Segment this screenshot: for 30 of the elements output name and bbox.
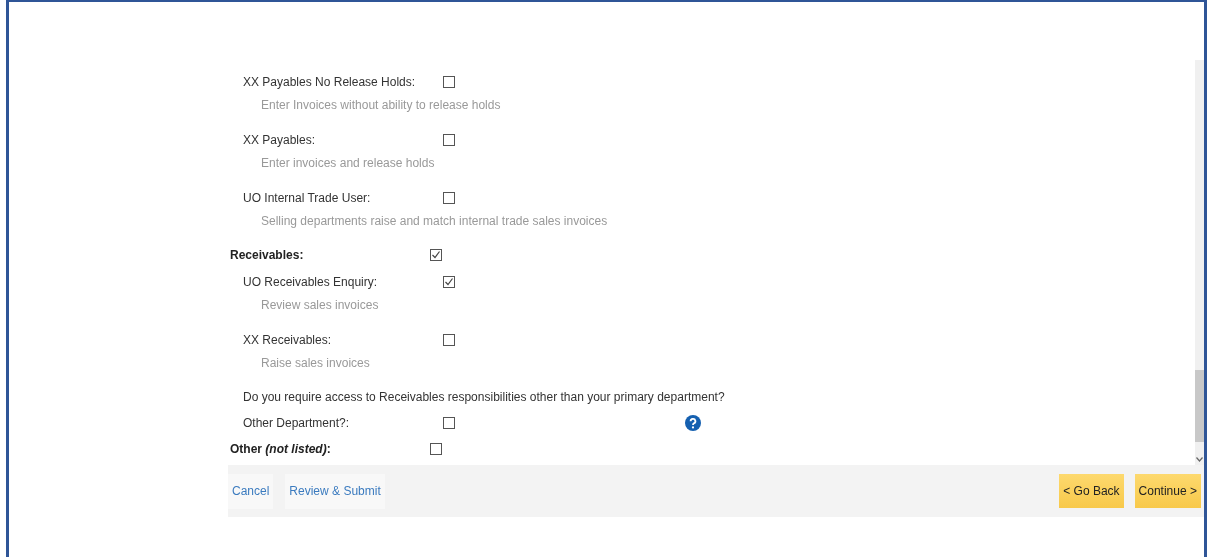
field-description: Raise sales invoices	[261, 356, 370, 370]
link-button[interactable]: Review & Submit	[285, 473, 385, 509]
field-description: Enter Invoices without ability to release holds	[261, 98, 501, 112]
checkbox[interactable]	[430, 249, 442, 261]
help-icon[interactable]	[685, 415, 701, 431]
scrollbar[interactable]	[1195, 60, 1204, 465]
field-label: XX Payables:	[243, 133, 317, 147]
chevron-down-icon[interactable]	[1196, 457, 1203, 462]
field-description: Selling departments raise and match internal trade sales invoices	[261, 214, 608, 228]
field-description: Enter invoices and release holds	[261, 156, 435, 170]
field-label: XX Payables No Release Holds:	[243, 75, 417, 89]
field-label: UO Internal Trade User:	[243, 191, 372, 205]
checkbox[interactable]	[443, 192, 455, 204]
question-text: Do you require access to Receivables responsibilities other than your primary department?	[243, 390, 725, 404]
nav-button[interactable]: Continue >	[1134, 474, 1201, 508]
nav-button[interactable]: < Go Back	[1059, 474, 1124, 508]
checkbox[interactable]	[443, 76, 455, 88]
scrollbar-thumb[interactable]	[1195, 370, 1204, 442]
field-description: Review sales invoices	[261, 298, 379, 312]
field-label: Other Department?:	[243, 416, 351, 430]
checkbox[interactable]	[443, 134, 455, 146]
field-label: UO Receivables Enquiry:	[243, 275, 379, 289]
checkbox[interactable]	[443, 276, 455, 288]
checkbox[interactable]	[443, 334, 455, 346]
link-button[interactable]: Cancel	[228, 473, 274, 509]
checkbox[interactable]	[443, 417, 455, 429]
field-label: Other (not listed):	[230, 442, 332, 456]
field-label: XX Receivables:	[243, 333, 333, 347]
checkbox[interactable]	[430, 443, 442, 455]
field-label: Receivables:	[230, 248, 305, 262]
